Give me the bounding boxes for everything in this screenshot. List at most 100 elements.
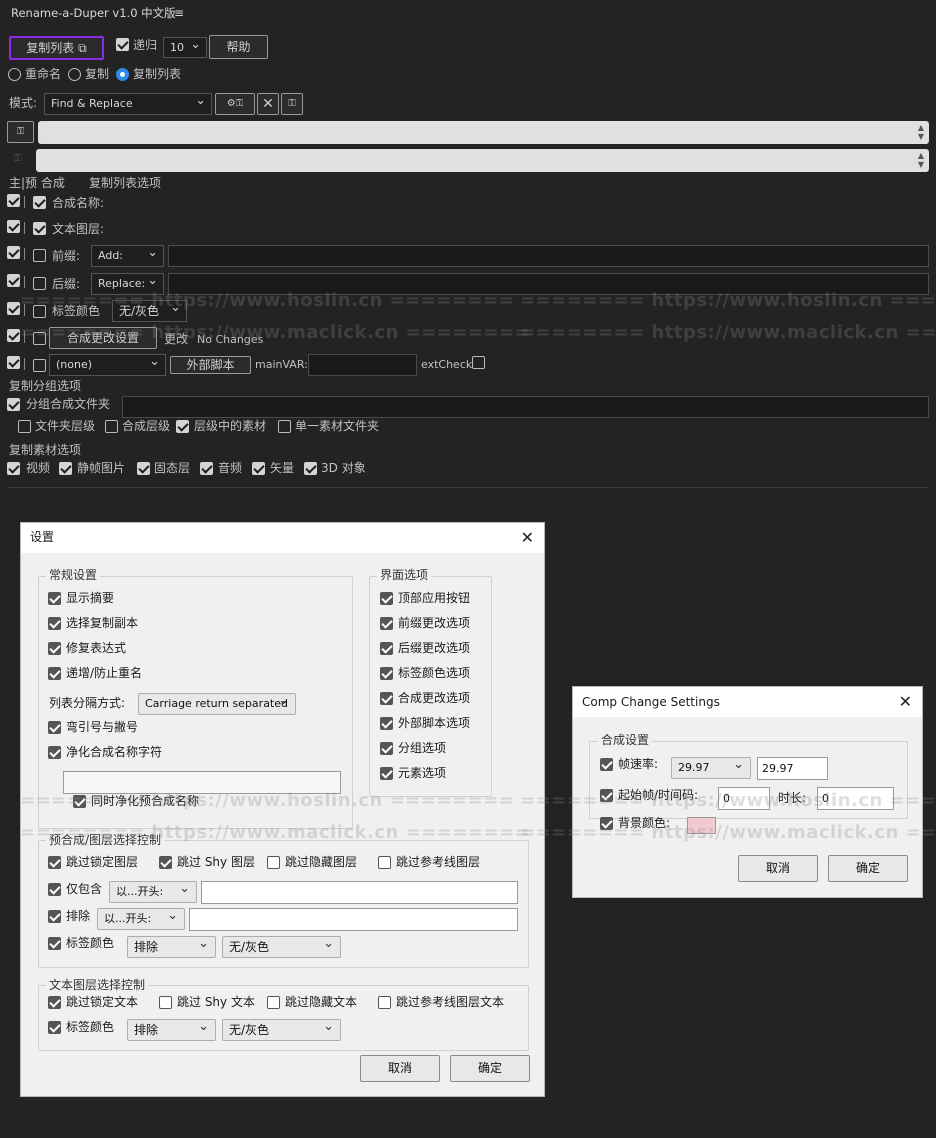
skip-guide-text-checkbox[interactable] (378, 996, 391, 1009)
settings-ok-button[interactable]: 确定 (450, 1055, 530, 1082)
ui-option-checkbox[interactable] (380, 617, 393, 630)
layer-exclude-select[interactable]: 排除 (127, 936, 216, 958)
ui-option-checkbox[interactable] (380, 667, 393, 680)
comp-change-title: Comp Change Settings (582, 695, 720, 709)
single-footage-checkbox[interactable] (278, 420, 291, 433)
settings-cancel-button[interactable]: 取消 (360, 1055, 440, 1082)
ui-group (369, 576, 492, 797)
mode-copylist-radio[interactable] (116, 68, 129, 81)
single-footage-label: 单一素材文件夹 (295, 419, 380, 433)
fps-checkbox[interactable] (600, 758, 613, 771)
row-main-checkbox[interactable] (7, 194, 20, 207)
copy-list-button[interactable]: 复制列表 ⧉ (9, 36, 104, 60)
mode-copy-radio[interactable] (68, 68, 81, 81)
group-folder-checkbox[interactable] (7, 398, 20, 411)
ui-option-checkbox[interactable] (380, 592, 393, 605)
comp-name-checkbox[interactable] (33, 196, 46, 209)
folder-level-checkbox[interactable] (18, 420, 31, 433)
settings-icon[interactable]: ⚙⚿ (215, 93, 255, 115)
prefix-checkbox[interactable] (33, 249, 46, 262)
only-contain-input[interactable] (201, 881, 518, 904)
script-checkbox[interactable] (33, 359, 46, 372)
ui-option-label: 顶部应用按钮 (398, 591, 471, 605)
fix-expressions-checkbox[interactable] (48, 642, 61, 655)
skip-locked-checkbox[interactable] (48, 856, 61, 869)
exclude-select[interactable]: 以...开头: (97, 908, 185, 930)
text-exclude-select[interactable]: 排除 (127, 1019, 216, 1041)
suffix-checkbox[interactable] (33, 277, 46, 290)
skip-locked-text-checkbox[interactable] (48, 996, 61, 1009)
info-icon[interactable]: ⚿ (281, 93, 303, 115)
find-field[interactable]: ▲ ▼ (38, 121, 929, 144)
external-script-button[interactable]: 外部脚本 (170, 356, 251, 374)
comp-cancel-button[interactable]: 取消 (738, 855, 818, 882)
find-field-icon[interactable]: ⚿ (7, 121, 34, 143)
mainvar-input[interactable] (308, 354, 417, 376)
video-checkbox[interactable] (7, 462, 20, 475)
ui-option-label: 合成更改选项 (398, 691, 471, 705)
solid-checkbox[interactable] (137, 462, 150, 475)
prefix-mode-select[interactable]: Add: (91, 245, 164, 267)
exclude-checkbox[interactable] (48, 910, 61, 923)
select-copies-checkbox[interactable] (48, 617, 61, 630)
vector-checkbox[interactable] (252, 462, 265, 475)
skip-guide-checkbox[interactable] (378, 856, 391, 869)
skip-hidden-checkbox[interactable] (267, 856, 280, 869)
close-icon[interactable]: ✕ (521, 528, 534, 547)
group-folder-input[interactable] (122, 396, 929, 418)
find-scroll-icon[interactable]: ▲ ▼ (913, 121, 929, 144)
recursive-checkbox[interactable] (116, 38, 129, 51)
ui-option-checkbox[interactable] (380, 642, 393, 655)
separator-select[interactable]: Carriage return separated (138, 693, 296, 715)
extcheck-checkbox[interactable] (472, 356, 485, 369)
row-divider (24, 358, 25, 370)
ui-option-checkbox[interactable] (380, 742, 393, 755)
level-footage-checkbox[interactable] (176, 420, 189, 433)
skip-hidden-text-checkbox[interactable] (267, 996, 280, 1009)
watermark-text: ======== https://www.maclick.cn ======== (20, 822, 531, 843)
row-main-checkbox[interactable] (7, 356, 20, 369)
fps-input[interactable]: 29.97 (757, 757, 828, 780)
layer-color-select[interactable]: 无/灰色 (222, 936, 341, 958)
replace-scroll-icon[interactable]: ▲ ▼ (913, 149, 929, 172)
only-contain-select[interactable]: 以...开头: (109, 881, 197, 903)
exclude-input[interactable] (189, 908, 518, 931)
audio-checkbox[interactable] (200, 462, 213, 475)
3d-checkbox[interactable] (304, 462, 317, 475)
depth-select[interactable]: 10 (163, 37, 207, 58)
text-layer-checkbox[interactable] (33, 222, 46, 235)
row-main-checkbox[interactable] (7, 329, 20, 342)
row-main-checkbox[interactable] (7, 302, 20, 315)
layer-label-color-checkbox[interactable] (48, 937, 61, 950)
script-select[interactable]: (none) (49, 354, 166, 376)
mode-select[interactable]: Find & Replace (44, 93, 212, 115)
help-button[interactable]: 帮助 (209, 35, 268, 59)
skip-shy-checkbox[interactable] (159, 856, 172, 869)
close-icon[interactable]: ✕ (899, 692, 912, 711)
menu-icon[interactable]: ≡ (174, 5, 184, 21)
row-main-checkbox[interactable] (7, 274, 20, 287)
close-icon[interactable]: ✕ (257, 93, 279, 115)
increment-checkbox[interactable] (48, 667, 61, 680)
only-contain-checkbox[interactable] (48, 883, 61, 896)
row-main-checkbox[interactable] (7, 220, 20, 233)
replace-field[interactable]: ▲ ▼ (36, 149, 929, 172)
sanitize-checkbox[interactable] (48, 746, 61, 759)
settings-title: 设置 (30, 530, 55, 544)
still-checkbox[interactable] (59, 462, 72, 475)
skip-shy-text-checkbox[interactable] (159, 996, 172, 1009)
show-summary-checkbox[interactable] (48, 592, 61, 605)
mode-rename-radio[interactable] (8, 68, 21, 81)
mode-copy-label: 复制 (85, 67, 110, 81)
ui-option-checkbox[interactable] (380, 717, 393, 730)
prefix-input[interactable] (168, 245, 929, 267)
ui-option-checkbox[interactable] (380, 692, 393, 705)
fps-select[interactable]: 29.97 (671, 757, 751, 779)
ui-option-checkbox[interactable] (380, 767, 393, 780)
text-label-color-checkbox[interactable] (48, 1021, 61, 1034)
row-main-checkbox[interactable] (7, 246, 20, 259)
quotes-checkbox[interactable] (48, 721, 61, 734)
comp-level-checkbox[interactable] (105, 420, 118, 433)
comp-ok-button[interactable]: 确定 (828, 855, 908, 882)
text-color-select[interactable]: 无/灰色 (222, 1019, 341, 1041)
